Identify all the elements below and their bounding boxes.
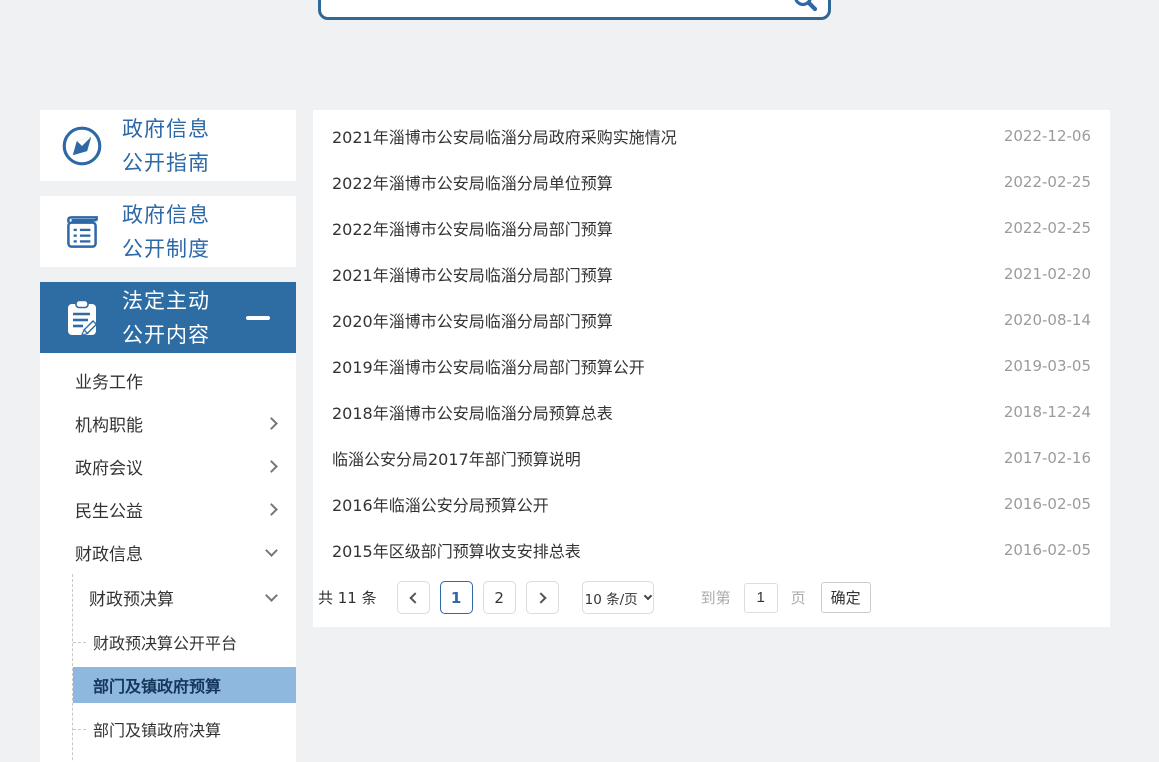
- search-input[interactable]: [331, 0, 771, 19]
- list-item[interactable]: 2019年淄博市公安局临淄分局部门预算公开 2019-03-05: [332, 343, 1091, 389]
- chevron-right-icon: [265, 460, 278, 473]
- article-title[interactable]: 2016年临淄公安分局预算公开: [332, 492, 549, 516]
- sidebar-menu: 业务工作 机构职能 政府会议 民生公益 财政信息 财政预决算: [40, 353, 296, 762]
- list-item[interactable]: 2022年淄博市公安局临淄分局单位预算 2022-02-25: [332, 159, 1091, 205]
- menu-item-label: 业务工作: [75, 368, 143, 393]
- sidebar-item-business-work[interactable]: 业务工作: [40, 359, 296, 402]
- sidebar-item-budget-final-accounts[interactable]: 财政预决算: [73, 574, 296, 620]
- article-title[interactable]: 临淄公安分局2017年部门预算说明: [332, 446, 581, 470]
- article-title[interactable]: 2021年淄博市公安局临淄分局政府采购实施情况: [332, 124, 677, 148]
- sidebar-item-dept-town-budget[interactable]: 部门及镇政府预算: [73, 667, 296, 703]
- list-item[interactable]: 2015年区级部门预算收支安排总表 2016-02-05: [332, 527, 1091, 573]
- sidebar-item-dept-town-final[interactable]: 部门及镇政府决算: [73, 707, 296, 750]
- search-icon[interactable]: [792, 0, 818, 12]
- menu-item-label: 机构职能: [75, 411, 143, 436]
- goto-page-input[interactable]: [744, 583, 778, 613]
- chevron-down-icon: [265, 544, 278, 557]
- article-date: 2022-02-25: [1004, 219, 1091, 237]
- sidebar-item-gov-meetings[interactable]: 政府会议: [40, 445, 296, 488]
- chevron-right-icon: [265, 417, 278, 430]
- list-item[interactable]: 2020年淄博市公安局临淄分局部门预算 2020-08-14: [332, 297, 1091, 343]
- article-date: 2022-12-06: [1004, 127, 1091, 145]
- sidebar-item-fiscal-info[interactable]: 财政信息: [40, 531, 296, 574]
- list-item[interactable]: 2021年淄博市公安局临淄分局政府采购实施情况 2022-12-06: [332, 113, 1091, 159]
- article-date: 2020-08-14: [1004, 311, 1091, 329]
- list-item[interactable]: 2022年淄博市公安局临淄分局部门预算 2022-02-25: [332, 205, 1091, 251]
- chevron-right-icon: [535, 592, 546, 603]
- sidebar: 政府信息 公开指南 政府信息 公开制度: [40, 110, 296, 762]
- article-title[interactable]: 2019年淄博市公安局临淄分局部门预算公开: [332, 354, 645, 378]
- chevron-left-icon: [409, 592, 420, 603]
- article-date: 2018-12-24: [1004, 403, 1091, 421]
- article-list: 2021年淄博市公安局临淄分局政府采购实施情况 2022-12-06 2022年…: [313, 110, 1110, 573]
- page-button-2[interactable]: 2: [483, 581, 516, 614]
- page-button-1[interactable]: 1: [440, 581, 473, 614]
- sidebar-item-statutory-disclosure[interactable]: 法定主动 公开内容: [40, 282, 296, 353]
- sidebar-item-label: 政府信息 公开指南: [122, 112, 210, 180]
- chevron-right-icon: [265, 503, 278, 516]
- menu-item-label: 部门及镇政府预算: [93, 673, 221, 697]
- list-item[interactable]: 2018年淄博市公安局临淄分局预算总表 2018-12-24: [332, 389, 1091, 435]
- page-size-select[interactable]: 10 条/页: [582, 581, 654, 614]
- article-title[interactable]: 2020年淄博市公安局临淄分局部门预算: [332, 308, 613, 332]
- article-date: 2016-02-05: [1004, 541, 1091, 559]
- menu-item-label: 部门及镇政府决算: [93, 717, 221, 741]
- article-title[interactable]: 2022年淄博市公安局临淄分局部门预算: [332, 216, 613, 240]
- sidebar-item-budget-platform[interactable]: 财政预决算公开平台: [73, 620, 296, 663]
- list-item[interactable]: 临淄公安分局2017年部门预算说明 2017-02-16: [332, 435, 1091, 481]
- goto-suffix-label: 页: [791, 587, 806, 608]
- chevron-down-icon: [265, 589, 278, 602]
- sidebar-item-disclosure-system[interactable]: 政府信息 公开制度: [40, 196, 296, 267]
- page: 政府信息 公开指南 政府信息 公开制度: [0, 0, 1159, 762]
- article-date: 2017-02-16: [1004, 449, 1091, 467]
- pagination-bar: 共 11 条 1 2 10 条/页 到第 页 确定: [318, 581, 871, 614]
- prev-page-button[interactable]: [397, 581, 430, 614]
- collapse-minus-icon[interactable]: [246, 316, 270, 320]
- chevron-down-icon: [643, 592, 651, 600]
- next-page-button[interactable]: [526, 581, 559, 614]
- sidebar-item-label: 政府信息 公开制度: [122, 198, 210, 266]
- article-title[interactable]: 2018年淄博市公安局临淄分局预算总表: [332, 400, 613, 424]
- fiscal-subtree: 财政预决算 财政预决算公开平台 部门及镇政府预算 部门及镇政府决算: [72, 574, 296, 762]
- total-count-label: 共 11 条: [318, 587, 377, 608]
- search-box: [318, 0, 831, 20]
- article-date: 2016-02-05: [1004, 495, 1091, 513]
- menu-item-label: 财政预决算公开平台: [93, 630, 237, 654]
- menu-item-label: 民生公益: [75, 497, 143, 522]
- list-item[interactable]: 2021年淄博市公安局临淄分局部门预算 2021-02-20: [332, 251, 1091, 297]
- sidebar-item-org-functions[interactable]: 机构职能: [40, 402, 296, 445]
- article-title[interactable]: 2021年淄博市公安局临淄分局部门预算: [332, 262, 613, 286]
- menu-item-label: 财政预决算: [89, 585, 174, 610]
- compass-icon: [58, 122, 106, 170]
- sidebar-item-livelihood[interactable]: 民生公益: [40, 488, 296, 531]
- article-date: 2021-02-20: [1004, 265, 1091, 283]
- article-title[interactable]: 2015年区级部门预算收支安排总表: [332, 538, 581, 562]
- sidebar-item-label: 法定主动 公开内容: [122, 284, 210, 352]
- menu-item-label: 财政信息: [75, 540, 143, 565]
- confirm-button[interactable]: 确定: [821, 582, 871, 613]
- article-date: 2022-02-25: [1004, 173, 1091, 191]
- clipboard-pencil-icon: [58, 294, 106, 342]
- list-item[interactable]: 2016年临淄公安分局预算公开 2016-02-05: [332, 481, 1091, 527]
- article-list-panel: 2021年淄博市公安局临淄分局政府采购实施情况 2022-12-06 2022年…: [313, 110, 1110, 627]
- article-title[interactable]: 2022年淄博市公安局临淄分局单位预算: [332, 170, 613, 194]
- goto-page-group: 到第 页 确定: [701, 582, 871, 613]
- goto-prefix-label: 到第: [701, 587, 731, 608]
- menu-item-label: 政府会议: [75, 454, 143, 479]
- sidebar-item-disclosure-guide[interactable]: 政府信息 公开指南: [40, 110, 296, 181]
- ledger-icon: [58, 208, 106, 256]
- article-date: 2019-03-05: [1004, 357, 1091, 375]
- page-size-label: 10 条/页: [585, 588, 638, 608]
